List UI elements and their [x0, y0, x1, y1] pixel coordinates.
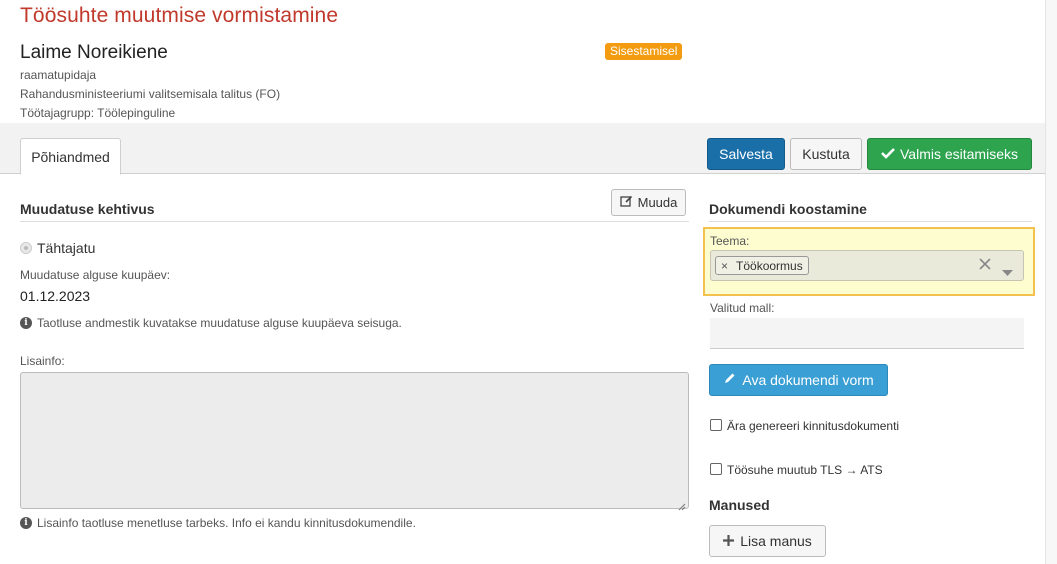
attachments-title: Manused [709, 497, 770, 513]
ready-button-label: Valmis esitamiseks [900, 146, 1018, 162]
start-date-label: Muudatuse alguse kuupäev: [20, 268, 171, 282]
start-date-value: 01.12.2023 [20, 288, 91, 304]
document-section-title: Dokumendi koostamine [709, 201, 867, 217]
tab-label: Põhiandmed [31, 148, 110, 165]
extra-info-note-text: Lisainfo taotluse menetluse tarbeks. Inf… [37, 516, 416, 530]
no-confirmation-checkbox[interactable] [710, 418, 722, 431]
employee-group: Töötajagrupp: Töölepinguline [20, 106, 176, 120]
tag-remove-icon[interactable]: × [721, 259, 728, 273]
employee-name: Laime Noreikiene [20, 42, 168, 63]
tahtajatu-label: Tähtajatu [37, 240, 96, 256]
extra-info-note: i Lisainfo taotluse menetluse tarbeks. I… [20, 516, 416, 530]
open-document-form-label: Ava dokumendi vorm [742, 372, 874, 388]
divider [709, 221, 1032, 222]
add-attachment-button[interactable]: Lisa manus [709, 525, 826, 557]
no-confirmation-label: Ära genereeri kinnitusdokumenti [727, 419, 900, 433]
status-badge: Sisestamisel [605, 43, 683, 60]
edit-button[interactable]: Muuda [611, 189, 686, 216]
template-field[interactable] [710, 318, 1024, 349]
info-icon: i [20, 317, 32, 329]
divider [20, 221, 689, 222]
extra-info-label: Lisainfo: [20, 354, 65, 368]
check-icon [881, 146, 895, 162]
chevron-down-icon[interactable] [1002, 263, 1013, 281]
save-button[interactable]: Salvesta [707, 138, 785, 170]
edit-icon [619, 195, 633, 210]
date-info-text: Taotluse andmestik kuvatakse muudatuse a… [37, 316, 402, 330]
no-confirmation-row: Ära genereeri kinnitusdokumenti [710, 416, 899, 433]
tahtajatu-radio[interactable] [20, 242, 32, 254]
page-title: Töösuhte muutmise vormistamine [20, 4, 339, 27]
plus-icon [723, 533, 735, 549]
open-document-form-button[interactable]: Ava dokumendi vorm [709, 364, 888, 396]
info-icon: i [20, 517, 32, 529]
add-attachment-label: Lisa manus [740, 533, 812, 549]
topic-tag-label: Töökoormus [736, 258, 803, 273]
employee-department: Rahandusministeeriumi valitsemisala tali… [20, 87, 281, 101]
ready-button[interactable]: Valmis esitamiseks [867, 138, 1032, 170]
topic-tag: × Töökoormus [715, 256, 809, 275]
extra-info-textarea[interactable] [20, 372, 689, 511]
tls-ats-row: Töösuhe muutub TLS → ATS [710, 460, 883, 477]
clear-icon[interactable] [979, 257, 991, 275]
page-scrollbar[interactable] [1045, 0, 1057, 564]
tls-ats-label: Töösuhe muutub TLS → ATS [727, 463, 883, 477]
validity-section-title: Muudatuse kehtivus [20, 201, 155, 217]
tab-pohiandmed[interactable]: Põhiandmed [20, 138, 121, 175]
topic-label: Teema: [710, 234, 750, 248]
edit-button-label: Muuda [637, 195, 678, 210]
topic-select[interactable]: × Töökoormus [710, 250, 1024, 281]
pencil-icon [723, 372, 736, 388]
tls-ats-checkbox[interactable] [710, 462, 722, 475]
resize-handle-icon[interactable] [678, 498, 686, 511]
template-label: Valitud mall: [710, 301, 775, 315]
employee-position: raamatupidaja [20, 68, 97, 82]
delete-button[interactable]: Kustuta [790, 138, 862, 170]
date-info-note: i Taotluse andmestik kuvatakse muudatuse… [20, 316, 402, 330]
